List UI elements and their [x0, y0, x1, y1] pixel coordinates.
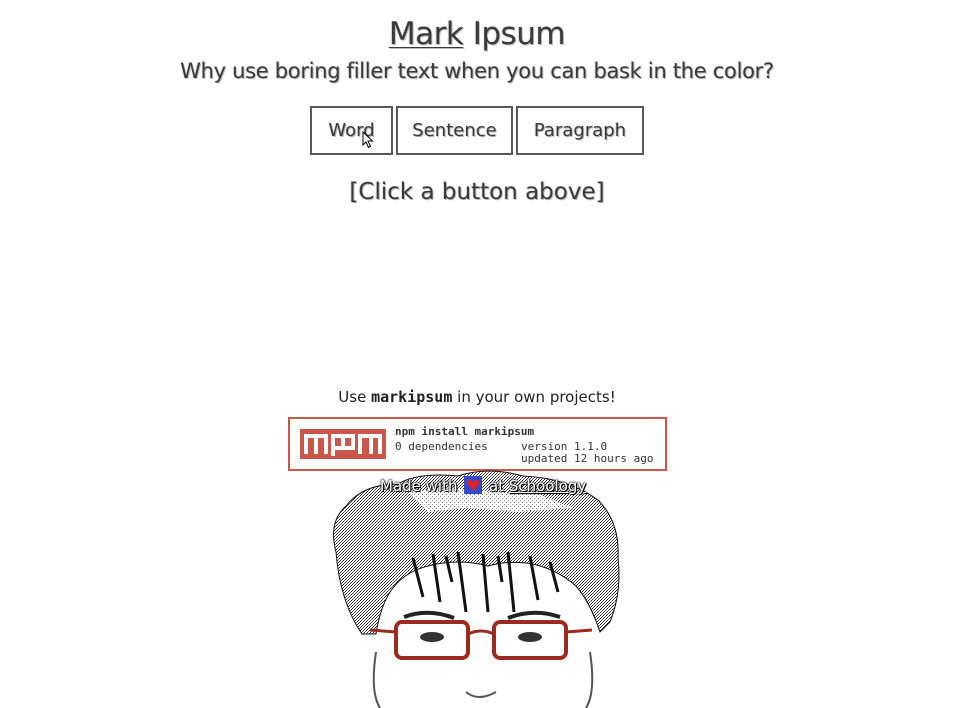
usage-prefix: Use — [338, 388, 367, 406]
usage-line: Use markipsum in your own projects! — [0, 386, 954, 408]
paragraph-button[interactable]: Paragraph — [516, 106, 644, 155]
ipsum-output: [Click a button above] — [349, 179, 605, 205]
title-ipsum: Ipsum — [472, 16, 566, 52]
npm-dependencies: 0 dependencies — [395, 440, 488, 453]
npm-install-command: npm install markipsum — [395, 425, 535, 438]
schoology-link[interactable]: Schoology — [509, 477, 586, 495]
made-with-text: Made with — [380, 477, 458, 495]
package-name: markipsum — [371, 388, 453, 406]
subtitle: Why use boring filler text when you can … — [180, 59, 774, 83]
word-button[interactable]: Word — [310, 106, 393, 155]
heart-icon — [464, 476, 483, 494]
made-with-credit: Made with at Schoology — [380, 476, 586, 496]
mouse-cursor-icon — [362, 131, 374, 149]
made-with-at: at — [489, 477, 505, 495]
usage-suffix: in your own projects! — [457, 388, 616, 406]
npm-logo-icon — [300, 429, 386, 459]
page-title: Mark Ipsum — [0, 14, 954, 54]
portrait-image — [333, 470, 620, 708]
title-link-mark[interactable]: Mark — [389, 16, 464, 52]
sentence-button[interactable]: Sentence — [396, 106, 513, 155]
